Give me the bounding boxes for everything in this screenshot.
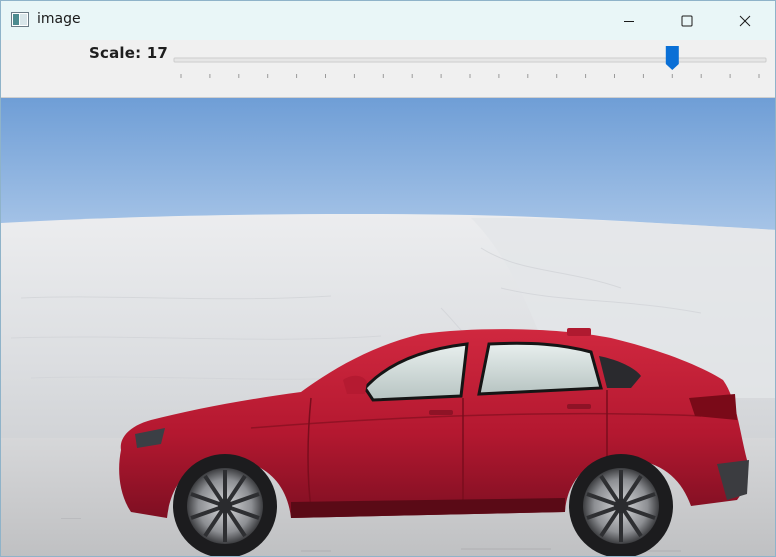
front-wheel [173, 454, 277, 556]
slider-ticks [180, 74, 760, 78]
minimize-icon [624, 20, 634, 22]
window-title: image [37, 11, 81, 27]
opencv-window-icon [11, 12, 29, 27]
image-window: image Scale: 17 [0, 0, 776, 557]
rear-door-handle [567, 404, 591, 409]
image-canvas [1, 98, 775, 556]
side-mirror [343, 375, 367, 394]
maximize-icon [681, 15, 693, 26]
minimize-button[interactable] [600, 1, 658, 40]
close-button[interactable] [716, 1, 774, 40]
close-icon [739, 15, 751, 26]
trackbar-panel: Scale: 17 [1, 40, 775, 98]
scale-slider[interactable] [173, 44, 767, 86]
front-door-handle [429, 410, 453, 415]
maximize-button[interactable] [658, 1, 716, 40]
roof-spoiler [567, 328, 591, 336]
scene-image [1, 98, 775, 556]
scale-label: Scale: 17 [89, 44, 169, 62]
slider-thumb[interactable] [665, 46, 679, 70]
rear-window [477, 341, 603, 396]
rear-wheel [569, 454, 673, 556]
title-bar[interactable]: image [1, 1, 775, 41]
tail-light [689, 394, 737, 420]
